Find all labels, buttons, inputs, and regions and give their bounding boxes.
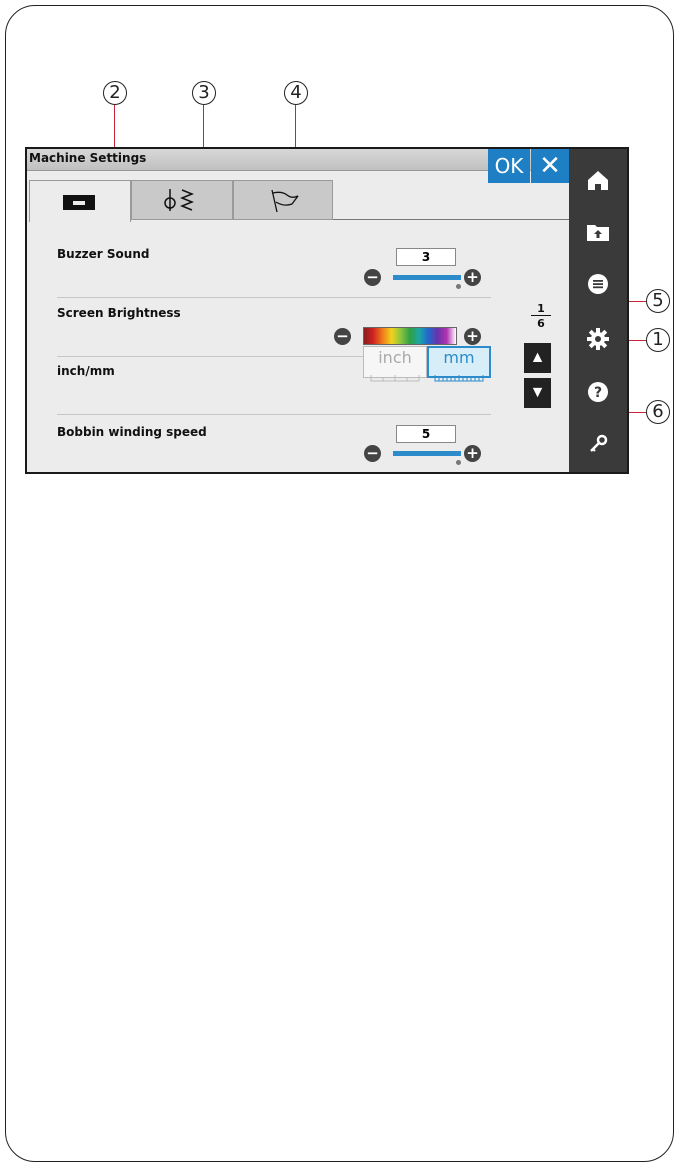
mm-button[interactable]: mm — [427, 346, 491, 382]
brightness-minus-button[interactable]: − — [334, 328, 351, 345]
bobbin-plus-button[interactable]: + — [464, 445, 481, 462]
up-arrow-icon: ▲ — [529, 349, 546, 366]
mm-ruler-icon — [434, 375, 484, 382]
mm-label: mm — [443, 348, 475, 367]
bobbin-speed-label: Bobbin winding speed — [57, 425, 207, 439]
sewing-machine-icon — [63, 195, 95, 210]
ok-button[interactable]: OK — [488, 149, 530, 183]
tab-divider-line — [333, 219, 569, 220]
inch-label: inch — [378, 348, 412, 367]
callout-3: 3 — [192, 81, 216, 105]
menu-button[interactable] — [569, 257, 627, 311]
file-button[interactable] — [569, 205, 627, 259]
machine-settings-screen: Machine Settings OK ✕ Buzzer Sound 3 − + — [25, 147, 629, 474]
page-fraction-line — [531, 315, 551, 316]
key-icon — [590, 434, 608, 452]
row-divider — [57, 297, 491, 298]
svg-text:?: ? — [594, 385, 602, 401]
page-down-button[interactable]: ▼ — [524, 378, 551, 408]
callout-2: 2 — [103, 81, 127, 105]
callout-5: 5 — [646, 289, 670, 313]
page-total: 6 — [537, 317, 545, 330]
page-title: Machine Settings — [29, 151, 147, 165]
screen-brightness-label: Screen Brightness — [57, 306, 181, 320]
bobbin-level-bar — [393, 451, 461, 456]
sidebar: ? — [569, 149, 627, 472]
tab-machine[interactable] — [29, 180, 131, 222]
down-arrow-icon: ▼ — [529, 384, 546, 401]
help-button[interactable]: ? — [569, 365, 627, 419]
buzzer-level-marker — [456, 284, 461, 289]
page-current: 1 — [537, 302, 545, 315]
brightness-level-bar — [363, 327, 457, 345]
row-divider — [57, 414, 491, 415]
home-button[interactable] — [569, 153, 627, 207]
bobbin-minus-button[interactable]: − — [364, 445, 381, 462]
callout-4: 4 — [284, 81, 308, 105]
units-label: inch/mm — [57, 364, 115, 378]
page-up-button[interactable]: ▲ — [524, 343, 551, 373]
gear-icon — [587, 328, 609, 350]
help-icon: ? — [588, 382, 608, 402]
needle-zigzag-icon — [164, 189, 195, 211]
bobbin-level-marker — [456, 460, 461, 465]
folder-upload-icon — [587, 225, 609, 241]
buzzer-sound-label: Buzzer Sound — [57, 247, 150, 261]
flag-icon — [271, 189, 299, 213]
key-button[interactable] — [569, 417, 627, 471]
tab-sewing[interactable] — [131, 180, 233, 220]
settings-button[interactable] — [569, 312, 627, 366]
home-icon — [588, 171, 608, 190]
close-button[interactable]: ✕ — [531, 149, 569, 183]
buzzer-level-bar — [393, 275, 461, 280]
callout-1: 1 — [646, 328, 670, 352]
buzzer-sound-value: 3 — [396, 248, 456, 266]
bobbin-speed-value: 5 — [396, 425, 456, 443]
menu-list-icon — [588, 274, 608, 294]
inch-button[interactable]: inch — [363, 346, 427, 382]
close-icon: ✕ — [539, 151, 561, 181]
tab-language[interactable] — [233, 180, 333, 220]
buzzer-minus-button[interactable]: − — [364, 269, 381, 286]
brightness-plus-button[interactable]: + — [464, 328, 481, 345]
inch-ruler-icon — [370, 375, 420, 382]
callout-6: 6 — [646, 400, 670, 424]
buzzer-plus-button[interactable]: + — [464, 269, 481, 286]
